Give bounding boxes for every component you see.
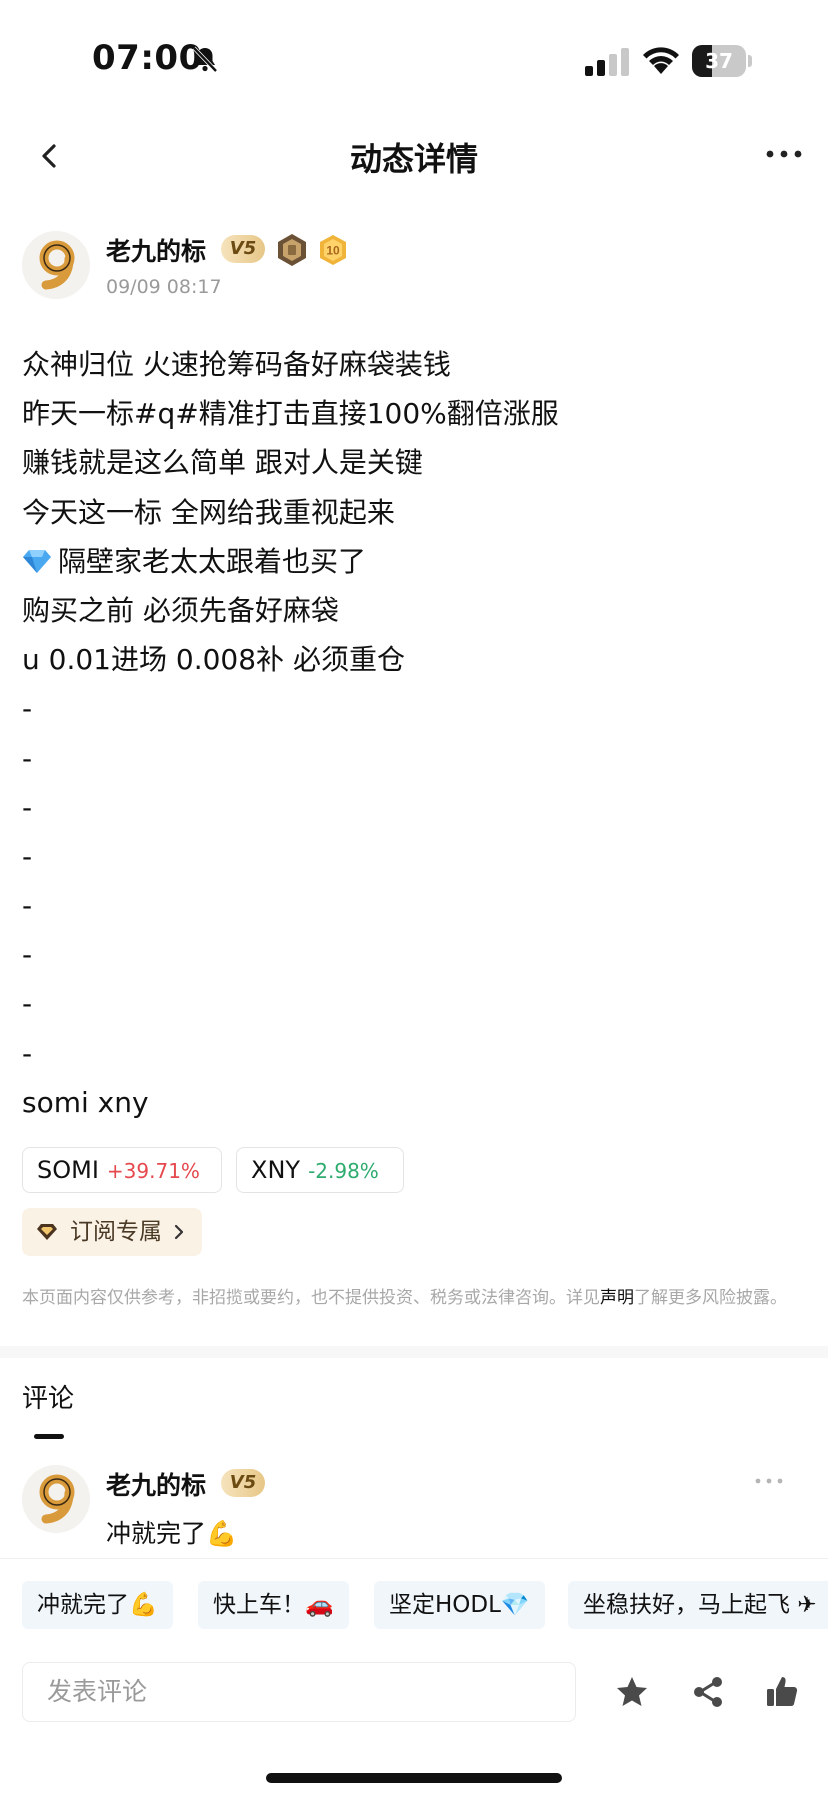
author-avatar[interactable] — [22, 231, 90, 299]
commenter-vip-badge: V5 — [221, 1469, 265, 1497]
post-line: - — [22, 839, 33, 873]
risk-disclaimer: 本页面内容仅供参考，非招揽或要约，也不提供投资、税务或法律咨询。详见声明了解更多… — [22, 1286, 802, 1310]
thumbs-up-icon[interactable] — [764, 1674, 800, 1710]
cellular-signal-icon — [585, 48, 629, 76]
post-line: 购买之前 必须先备好麻袋 — [22, 593, 339, 627]
post-line: - — [22, 938, 33, 972]
post-line: - — [22, 1036, 33, 1070]
disclaimer-text: 本页面内容仅供参考，非招揽或要约，也不提供投资、税务或法律咨询。详见 — [22, 1288, 600, 1308]
post-line: - — [22, 692, 33, 726]
post-line: u 0.01进场 0.008补 必须重仓 — [22, 643, 405, 677]
post-content: 众神归位 火速抢筹码备好麻袋装钱 昨天一标#q#精准打击直接100%翻倍涨服 赚… — [22, 340, 802, 1127]
coin-change: -2.98% — [308, 1159, 379, 1183]
level-medal-icon: 10 — [320, 235, 346, 265]
subscribe-label: 订阅专属 — [70, 1219, 162, 1245]
more-options-icon[interactable] — [764, 144, 804, 164]
post-line: - — [22, 741, 33, 775]
coin-chip-xny[interactable]: XNY -2.98% — [236, 1147, 404, 1193]
share-icon[interactable] — [690, 1674, 726, 1710]
wifi-icon — [643, 47, 679, 74]
medal-shield-icon — [278, 234, 306, 266]
quick-reply-chip[interactable]: 坚定HODL💎 — [374, 1581, 545, 1629]
commenter-avatar[interactable] — [22, 1465, 90, 1533]
comments-tab-indicator — [34, 1434, 64, 1439]
quick-reply-chip[interactable]: 冲就完了💪 — [22, 1581, 173, 1629]
quick-reply-chip[interactable]: 快上车！🚗 — [198, 1581, 349, 1629]
commenter-name[interactable]: 老九的标 — [106, 1466, 206, 1502]
chevron-right-icon — [174, 1224, 184, 1240]
coin-change: +39.71% — [106, 1159, 200, 1183]
author-name[interactable]: 老九的标 — [106, 232, 206, 268]
section-divider — [0, 1346, 828, 1358]
disclaimer-text-end: 了解更多风险披露。 — [634, 1288, 787, 1308]
subscribe-exclusive-button[interactable]: 订阅专属 — [22, 1208, 202, 1256]
star-icon[interactable] — [614, 1674, 650, 1710]
quick-reply-chip[interactable]: 坐稳扶好，马上起飞 ✈ — [568, 1581, 828, 1629]
disclaimer-link[interactable]: 声明 — [600, 1288, 634, 1308]
medal-level-text: 10 — [326, 244, 340, 258]
home-indicator — [266, 1773, 562, 1783]
post-line: 昨天一标#q#精准打击直接100%翻倍涨服 — [22, 397, 559, 431]
status-time: 07:00 — [92, 38, 203, 78]
avatar-nine-logo-icon — [22, 231, 90, 299]
post-line: 赚钱就是这么简单 跟对人是关键 — [22, 446, 423, 480]
coin-symbol: SOMI — [37, 1156, 99, 1184]
comment-text: 冲就完了💪 — [106, 1519, 238, 1548]
post-line: 今天这一标 全网给我重视起来 — [22, 495, 395, 529]
post-timestamp: 09/09 08:17 — [106, 276, 222, 298]
coin-chip-somi[interactable]: SOMI +39.71% — [22, 1147, 222, 1193]
post-line: - — [22, 987, 33, 1021]
diamond-outline-icon — [37, 1224, 57, 1240]
status-bar: 07:00 37 — [0, 0, 828, 120]
bell-muted-icon — [192, 46, 218, 73]
post-line: - — [22, 889, 33, 923]
diamond-icon — [23, 549, 51, 573]
comment-input[interactable]: 发表评论 — [22, 1662, 576, 1722]
coin-symbol: XNY — [251, 1156, 301, 1184]
post-line-text: 隔壁家老太太跟着也买了 — [58, 544, 367, 578]
quick-reply-bar: 冲就完了💪 快上车！🚗 坚定HODL💎 坐稳扶好，马上起飞 ✈ — [0, 1558, 828, 1648]
battery-indicator: 37 — [692, 45, 752, 77]
comment-more-icon[interactable] — [754, 1476, 784, 1486]
post-line: - — [22, 790, 33, 824]
post-line: somi xny — [22, 1085, 149, 1119]
page-title: 动态详情 — [349, 140, 478, 178]
comments-tab[interactable]: 评论 — [22, 1378, 74, 1415]
post-line-with-gem: 隔壁家老太太跟着也买了 — [22, 537, 802, 586]
avatar-nine-logo-icon — [22, 1465, 90, 1533]
vip-badge: V5 — [221, 235, 265, 263]
nav-bar: 动态详情 — [0, 120, 828, 190]
battery-percent: 37 — [705, 49, 733, 73]
post-line: 众神归位 火速抢筹码备好麻袋装钱 — [22, 348, 451, 381]
